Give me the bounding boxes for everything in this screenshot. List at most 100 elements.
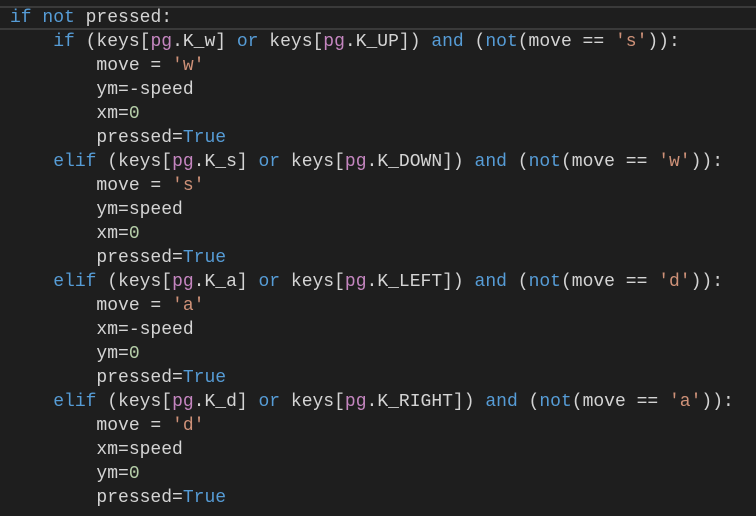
keyword-token: if xyxy=(53,32,75,52)
number-token: 0 xyxy=(128,464,140,484)
code-line[interactable]: move = 's' xyxy=(0,174,756,198)
code-text: .K_w] xyxy=(172,32,237,52)
code-line[interactable]: move = 'w' xyxy=(0,54,756,78)
code-line[interactable]: pressed=True xyxy=(0,246,756,270)
code-line[interactable]: pressed=True xyxy=(0,126,756,150)
code-text: ym= xyxy=(96,464,129,484)
code-text: ( xyxy=(517,392,540,412)
keyword-token: and xyxy=(474,152,507,172)
code-text: (keys[ xyxy=(96,392,173,412)
code-text: keys[ xyxy=(280,272,345,292)
string-token: 'd' xyxy=(658,272,691,292)
code-text: move = xyxy=(96,416,173,436)
code-text: keys[ xyxy=(280,152,345,172)
keyword-token: and xyxy=(474,272,507,292)
code-text: (keys[ xyxy=(96,152,173,172)
code-text: )): xyxy=(690,152,723,172)
code-text: pressed= xyxy=(96,248,183,268)
code-line[interactable]: if (keys[pg.K_w] or keys[pg.K_UP]) and (… xyxy=(0,30,756,54)
module-token: pg xyxy=(323,32,345,52)
code-line[interactable]: ym=0 xyxy=(0,462,756,486)
keyword-token: elif xyxy=(53,272,97,292)
keyword-token: or xyxy=(258,272,281,292)
code-text: pressed: xyxy=(74,8,173,28)
code-text: xm= xyxy=(96,224,129,244)
code-text: .K_s] xyxy=(193,152,259,172)
keyword-token: or xyxy=(236,32,259,52)
module-token: pg xyxy=(172,152,194,172)
code-text: .K_LEFT]) xyxy=(366,272,475,292)
code-line[interactable]: ym=speed xyxy=(0,198,756,222)
code-text: ( xyxy=(506,272,529,292)
code-text: move = xyxy=(96,176,173,196)
code-editor[interactable]: if not pressed: if (keys[pg.K_w] or keys… xyxy=(0,6,756,510)
code-line[interactable]: xm=0 xyxy=(0,102,756,126)
code-text: xm=-speed xyxy=(96,320,194,340)
string-token: 'a' xyxy=(668,392,702,412)
code-text: ( xyxy=(506,152,529,172)
code-line-current[interactable]: if not pressed: xyxy=(0,6,756,30)
keyword-token: not xyxy=(485,32,518,52)
code-text: .K_RIGHT]) xyxy=(366,392,486,412)
code-line[interactable]: xm=-speed xyxy=(0,318,756,342)
keyword-token: True xyxy=(182,248,227,268)
keyword-token: True xyxy=(182,368,227,388)
code-line[interactable]: elif (keys[pg.K_a] or keys[pg.K_LEFT]) a… xyxy=(0,270,756,294)
keyword-token: not xyxy=(42,8,75,28)
code-text: move = xyxy=(96,56,173,76)
code-line[interactable]: elif (keys[pg.K_s] or keys[pg.K_DOWN]) a… xyxy=(0,150,756,174)
code-text: )): xyxy=(647,32,680,52)
code-text: (move == xyxy=(571,392,669,412)
code-line[interactable]: move = 'a' xyxy=(0,294,756,318)
code-text: move = xyxy=(96,296,173,316)
module-token: pg xyxy=(172,392,194,412)
keyword-token: if xyxy=(10,8,32,28)
string-token: 's' xyxy=(614,32,648,52)
string-token: 'a' xyxy=(172,296,205,316)
code-text: pressed= xyxy=(96,488,183,508)
keyword-token: or xyxy=(258,392,281,412)
code-text: pressed= xyxy=(96,128,183,148)
code-text: .K_d] xyxy=(193,392,259,412)
number-token: 0 xyxy=(128,224,140,244)
module-token: pg xyxy=(344,392,367,412)
code-line[interactable]: xm=0 xyxy=(0,222,756,246)
code-text: xm= xyxy=(96,104,129,124)
code-text: pressed= xyxy=(96,368,183,388)
string-token: 'w' xyxy=(658,152,691,172)
code-text: ( xyxy=(463,32,486,52)
code-line[interactable]: move = 'd' xyxy=(0,414,756,438)
code-line[interactable]: elif (keys[pg.K_d] or keys[pg.K_RIGHT]) … xyxy=(0,390,756,414)
code-text: ym=-speed xyxy=(96,80,194,100)
keyword-token: True xyxy=(182,488,227,508)
code-line[interactable]: pressed=True xyxy=(0,486,756,510)
code-line[interactable]: ym=-speed xyxy=(0,78,756,102)
code-line[interactable]: ym=0 xyxy=(0,342,756,366)
code-line[interactable]: pressed=True xyxy=(0,366,756,390)
keyword-token: elif xyxy=(53,152,97,172)
code-text: .K_DOWN]) xyxy=(366,152,475,172)
code-line[interactable]: xm=speed xyxy=(0,438,756,462)
number-token: 0 xyxy=(128,344,140,364)
code-text: .K_UP]) xyxy=(344,32,432,52)
